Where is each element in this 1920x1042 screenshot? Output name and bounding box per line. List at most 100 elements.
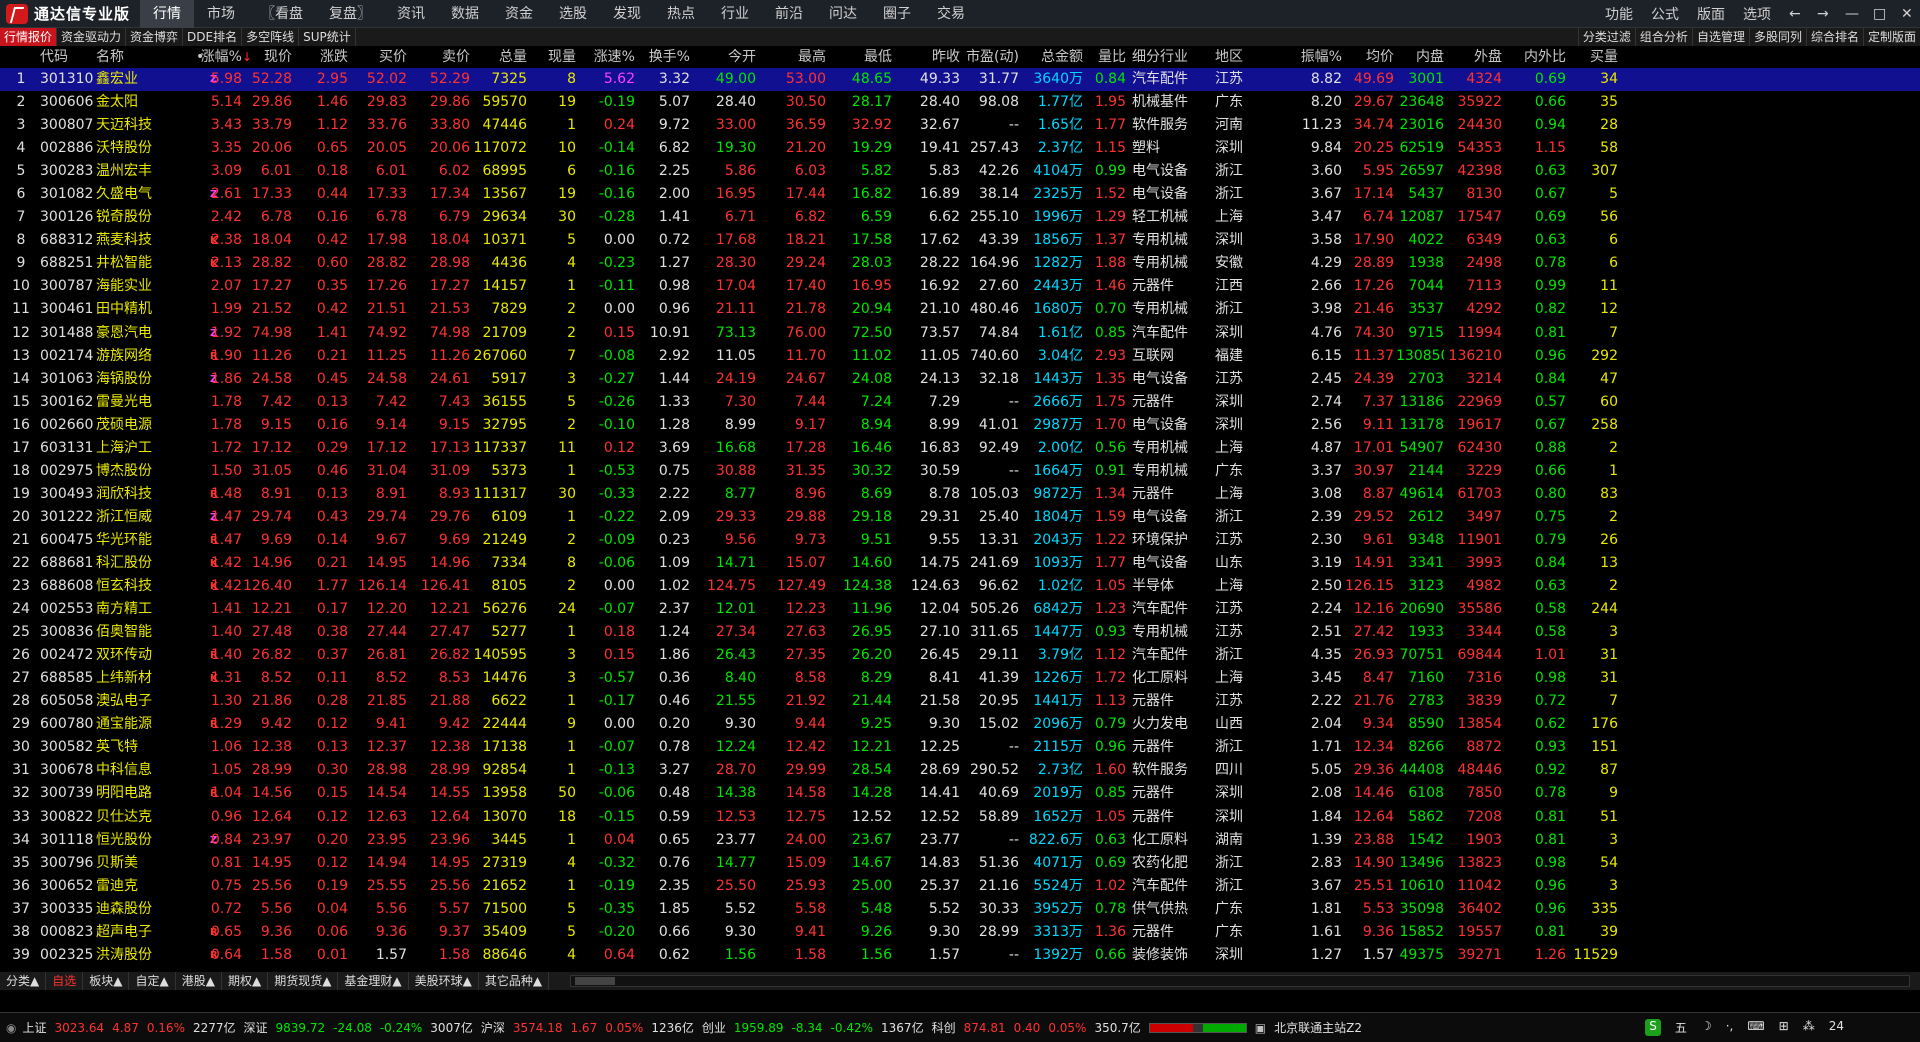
menu-item[interactable]: 数据 bbox=[438, 0, 492, 28]
table-row[interactable]: 6 301082 久盛电气 Z 2.61 17.33 0.44 17.33 17.34 13567… bbox=[0, 183, 1920, 206]
menu-item[interactable]: 交易 bbox=[924, 0, 978, 28]
bottom-tab[interactable]: 美股环球▲ bbox=[409, 972, 479, 990]
table-row[interactable]: 19 300493 润欣科技 R 1.48 8.91 0.13 8.91 8.93 111317 3… bbox=[0, 483, 1920, 506]
header-6[interactable]: 买价 bbox=[352, 46, 407, 68]
view-tab[interactable]: SUP统计 bbox=[299, 28, 356, 46]
menu-item[interactable]: 行情 bbox=[140, 0, 195, 28]
horizontal-scrollbar[interactable] bbox=[570, 975, 1910, 987]
table-row[interactable]: 16 002660 茂硕电源 1.78 9.15 0.16 9.14 9.15 32795 2 -0… bbox=[0, 414, 1920, 437]
right-menu-item[interactable]: 选项 bbox=[1734, 4, 1780, 24]
menu-item[interactable]: 市场 bbox=[194, 0, 248, 28]
table-row[interactable]: 35 300796 贝斯美 0.81 14.95 0.12 14.94 14.95 27319 4… bbox=[0, 852, 1920, 875]
table-row[interactable]: 3 300807 天迈科技 3.43 33.79 1.12 33.76 33.80 47446 1… bbox=[0, 114, 1920, 137]
index-label-cy[interactable]: 创业 bbox=[702, 1019, 726, 1036]
ime-button[interactable]: ⌨ bbox=[1747, 1019, 1764, 1036]
ime-button[interactable]: ·, bbox=[1726, 1019, 1734, 1036]
tool-tab[interactable]: 综合排名 bbox=[1805, 28, 1863, 46]
menu-item[interactable]: 热点 bbox=[654, 0, 708, 28]
bottom-tab[interactable]: 港股▲ bbox=[176, 972, 222, 990]
table-row[interactable]: 15 300162 雷曼光电 1.78 7.42 0.13 7.42 7.43 36155 5 -0… bbox=[0, 391, 1920, 414]
view-tab[interactable]: DDE排名 bbox=[183, 28, 243, 46]
table-row[interactable]: 12 301488 豪恩汽电 Z 1.92 74.98 1.41 74.92 74.98 2170… bbox=[0, 322, 1920, 345]
header-7[interactable]: 卖价 bbox=[413, 46, 470, 68]
view-tab[interactable]: 资金驱动力 bbox=[57, 28, 127, 46]
index-label-sh[interactable]: 上证 bbox=[22, 1019, 46, 1036]
header-10[interactable]: 涨速% bbox=[583, 46, 635, 68]
back-icon[interactable]: ← bbox=[1780, 6, 1808, 22]
table-row[interactable]: 25 300836 佰奥智能 1.40 27.48 0.38 27.44 27.47 5277 1… bbox=[0, 621, 1920, 644]
menu-item[interactable]: 行业 bbox=[708, 0, 762, 28]
header-13[interactable]: 最高 bbox=[760, 46, 826, 68]
maximize-icon[interactable]: □ bbox=[1864, 6, 1892, 22]
index-label-sz[interactable]: 深证 bbox=[244, 1019, 268, 1036]
table-row[interactable]: 13 002174 游族网络 R 1.90 11.26 0.21 11.25 11.26 2670… bbox=[0, 345, 1920, 368]
table-row[interactable]: 32 300739 明阳电路 R 1.04 14.56 0.15 14.54 14.55 1395… bbox=[0, 782, 1920, 805]
ime-button[interactable]: ⁂ bbox=[1803, 1019, 1815, 1036]
ime-button[interactable]: ☽ bbox=[1701, 1019, 1712, 1036]
bottom-tab[interactable]: 自选 bbox=[46, 972, 84, 990]
table-row[interactable]: 20 301222 浙江恒威 Z 1.47 29.74 0.43 29.74 29.76 6109… bbox=[0, 506, 1920, 529]
menu-item[interactable]: 资讯 bbox=[384, 0, 438, 28]
input-method-icon[interactable]: S bbox=[1645, 1019, 1661, 1036]
header-12[interactable]: 今开 bbox=[692, 46, 756, 68]
table-row[interactable]: 2 300606 金太阳 5.14 29.86 1.46 29.83 29.86 59570 19… bbox=[0, 91, 1920, 114]
table-row[interactable]: 37 300335 迪森股份 0.72 5.56 0.04 5.56 5.57 71500 5 -0… bbox=[0, 898, 1920, 921]
menu-item[interactable]: 问达 bbox=[816, 0, 870, 28]
menu-item[interactable]: 复盘〗 bbox=[316, 0, 384, 28]
menu-item[interactable]: 发现 bbox=[600, 0, 654, 28]
menu-circle-icon[interactable]: ◉ bbox=[6, 1021, 16, 1035]
table-row[interactable]: 38 000823 超声电子 R 0.65 9.36 0.06 9.36 9.37 35409 5-… bbox=[0, 921, 1920, 944]
header-26[interactable]: 买量 bbox=[1570, 46, 1618, 68]
header-8[interactable]: 总量 bbox=[470, 46, 527, 68]
header-14[interactable]: 最低 bbox=[830, 46, 892, 68]
header-21[interactable]: 振幅% bbox=[1262, 46, 1342, 68]
view-tab[interactable]: 行情报价 bbox=[0, 28, 58, 46]
bottom-tab[interactable]: 自定▲ bbox=[129, 972, 176, 990]
table-row[interactable]: 22 688681 科汇股份 K 1.42 14.96 0.21 14.95 14.96 7334… bbox=[0, 552, 1920, 575]
table-row[interactable]: 5 300283 温州宏丰 3.09 6.01 0.18 6.01 6.02 68995 6 -0.… bbox=[0, 160, 1920, 183]
table-row[interactable]: 1 301310 鑫宏业 Z 5.98 52.28 2.95 52.02 52.29 7325 8 5… bbox=[0, 68, 1920, 92]
table-row[interactable]: 29 600780 通宝能源 R 1.29 9.42 0.12 9.41 9.42 22444 9 0… bbox=[0, 713, 1920, 736]
tool-tab[interactable]: 定制版面 bbox=[1862, 28, 1920, 46]
header-24[interactable]: 外盘 bbox=[1446, 46, 1502, 68]
table-row[interactable]: 33 300822 贝仕达克 0.96 12.64 0.12 12.63 12.64 13070… bbox=[0, 806, 1920, 829]
right-menu-item[interactable]: 公式 bbox=[1642, 4, 1688, 24]
table-row[interactable]: 11 300461 田中精机 1.99 21.52 0.42 21.51 21.53 7829 2… bbox=[0, 298, 1920, 321]
table-row[interactable]: 39 002325 洪涛股份 R 0.64 1.58 0.01 1.57 1.58 88646 4 0… bbox=[0, 944, 1920, 967]
header-17[interactable]: 总金额 bbox=[1020, 46, 1083, 68]
table-row[interactable]: 9 688251 井松智能 K 2.13 28.82 0.60 28.82 28.98 4436 4… bbox=[0, 252, 1920, 275]
table-row[interactable]: 18 002975 博杰股份 1.50 31.05 0.46 31.04 31.09 5373 1… bbox=[0, 460, 1920, 483]
table-row[interactable]: 31 300678 中科信息 1.05 28.99 0.30 28.98 28.99 92854… bbox=[0, 759, 1920, 782]
tool-tab[interactable]: 组合分析 bbox=[1634, 28, 1692, 46]
view-tab[interactable]: 资金博弈 bbox=[126, 28, 184, 46]
forward-icon[interactable]: → bbox=[1808, 6, 1836, 22]
server-name[interactable]: 北京联通主站Z2 bbox=[1274, 1019, 1362, 1036]
ime-button[interactable]: ⊞ bbox=[1779, 1019, 1789, 1036]
table-row[interactable]: 30 300582 英飞特 1.06 12.38 0.13 12.37 12.38 17138 1… bbox=[0, 736, 1920, 759]
menu-item[interactable]: 〖看盘 bbox=[248, 0, 316, 28]
header-15[interactable]: 昨收 bbox=[900, 46, 960, 68]
table-row[interactable]: 7 300126 锐奇股份 2.42 6.78 0.16 6.78 6.79 29634 30 -0… bbox=[0, 206, 1920, 229]
header-5[interactable]: 涨跌 bbox=[292, 46, 348, 68]
header-3[interactable]: 涨幅% bbox=[170, 46, 242, 68]
header-23[interactable]: 内盘 bbox=[1396, 46, 1444, 68]
header-11[interactable]: 换手% bbox=[640, 46, 690, 68]
bottom-tab[interactable]: 基金理财▲ bbox=[338, 972, 409, 990]
table-row[interactable]: 21 600475 华光环能 R 1.47 9.69 0.14 9.67 9.69 21249 2-… bbox=[0, 529, 1920, 552]
tool-tab[interactable]: 分类过滤 bbox=[1577, 28, 1635, 46]
header-18[interactable]: 量比 bbox=[1086, 46, 1126, 68]
bottom-tab[interactable]: 期货现货▲ bbox=[268, 972, 339, 990]
right-menu-item[interactable]: 版面 bbox=[1688, 4, 1734, 24]
table-row[interactable]: 14 301063 海锅股份 Z 1.86 24.58 0.45 24.58 24.61 5917… bbox=[0, 368, 1920, 391]
bottom-tab[interactable]: 其它品种▲ bbox=[479, 972, 550, 990]
menu-item[interactable]: 资金 bbox=[492, 0, 546, 28]
table-row[interactable]: 23 688608 恒玄科技 K 1.42 126.40 1.77 126.14 126.41 8… bbox=[0, 575, 1920, 598]
header-19[interactable]: 细分行业 bbox=[1132, 46, 1222, 68]
table-row[interactable]: 10 300787 海能实业 2.07 17.27 0.35 17.26 17.27 14157… bbox=[0, 275, 1920, 298]
table-row[interactable]: 27 688585 上纬新材 K 1.31 8.52 0.11 8.52 8.53 14476 3-… bbox=[0, 667, 1920, 690]
header-16[interactable]: 市盈(动) bbox=[960, 46, 1019, 68]
table-row[interactable]: 24 002553 南方精工 1.41 12.21 0.17 12.20 12.21 56276… bbox=[0, 598, 1920, 621]
menu-item[interactable]: 圈子 bbox=[870, 0, 924, 28]
minimize-icon[interactable]: — bbox=[1836, 6, 1864, 22]
table-row[interactable]: 34 301118 恒光股份 Z 0.84 23.97 0.20 23.95 23.96 3445… bbox=[0, 829, 1920, 852]
